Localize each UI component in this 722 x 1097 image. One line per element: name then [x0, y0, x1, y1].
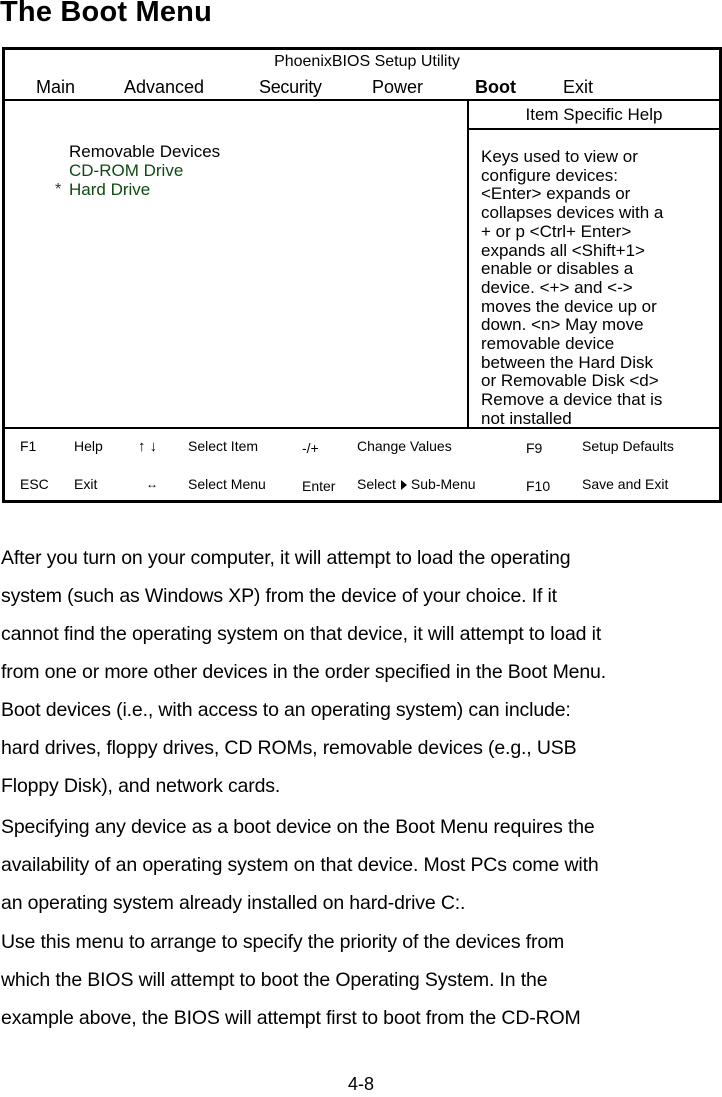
paragraph-line: an operating system already installed on…: [1, 892, 466, 914]
help-line: Keys used to view or: [481, 147, 638, 166]
key-f9-action: Setup Defaults: [582, 438, 674, 454]
key-minus-plus-action: Change Values: [357, 438, 452, 454]
key-arrows-action: Select Item: [188, 438, 259, 454]
help-header-divider: [469, 128, 719, 130]
menu-tab-security[interactable]: Security: [259, 77, 322, 98]
boot-device-label: Hard Drive: [69, 180, 151, 199]
help-line: + or p <Ctrl+ Enter>: [481, 221, 632, 241]
paragraph-line: Boot devices (i.e., with access to an op…: [1, 699, 571, 721]
help-line: removable device: [481, 334, 615, 354]
key-f1: F1: [20, 438, 37, 454]
help-line: expands all <Shift+1>: [481, 240, 645, 260]
submenu-triangle-icon: [400, 480, 407, 490]
paragraph-line: After you turn on your computer, it will…: [1, 547, 571, 569]
help-line: collapses devices with a: [481, 203, 664, 223]
menu-tab-exit[interactable]: Exit: [563, 77, 593, 98]
key-esc-action: Exit: [74, 476, 98, 492]
page-heading: The Boot Menu: [0, 0, 213, 28]
key-enter-action-pre: Select: [357, 476, 396, 492]
help-line: configure devices:: [481, 165, 619, 185]
key-esc: ESC: [20, 476, 49, 492]
page-number: 4-8: [347, 1074, 374, 1094]
left-right-arrow-icon: ↔: [146, 477, 158, 491]
menu-tab-advanced[interactable]: Advanced: [124, 77, 204, 98]
key-f10-action: Save and Exit: [582, 476, 669, 492]
key-minus-plus: -/+: [302, 440, 319, 456]
bios-menu-bar: Main Advanced Security Power Boot Exit: [5, 77, 719, 99]
help-line: device. <+> and <->: [481, 277, 633, 297]
paragraph-line: Use this menu to arrange to specify the …: [1, 931, 565, 953]
bios-title: PhoenixBIOS Setup Utility: [274, 53, 460, 70]
help-panel-header: Item Specific Help: [525, 105, 663, 124]
boot-device-cdrom[interactable]: CD-ROM Drive: [53, 161, 220, 180]
boot-group-removable-devices[interactable]: Removable Devices: [53, 142, 220, 161]
help-line: <Enter> expands or: [481, 184, 631, 204]
up-down-arrows-icon: ↑ ↓: [138, 438, 158, 455]
help-line: between the Hard Disk: [481, 352, 653, 372]
paragraph-boot-priority: Use this menu to arrange to specify the …: [1, 923, 722, 1037]
paragraph-line: which the BIOS will attempt to boot the …: [1, 969, 548, 991]
paragraph-boot-intro: After you turn on your computer, it will…: [1, 539, 722, 805]
bios-key-legend: F1 Help ↑ ↓ Select Item -/+ Change Value…: [5, 429, 719, 500]
menu-tab-main[interactable]: Main: [36, 77, 75, 98]
help-line: enable or disables a: [481, 259, 634, 279]
paragraph-line: example above, the BIOS will attempt fir…: [1, 1007, 581, 1029]
key-f1-action: Help: [74, 438, 103, 454]
key-enter: Enter: [302, 478, 336, 494]
paragraph-boot-requirements: Specifying any device as a boot device o…: [1, 808, 722, 922]
key-left-right-action: Select Menu: [188, 476, 266, 492]
bios-setup-screen: PhoenixBIOS Setup Utility Main Advanced …: [2, 47, 722, 503]
paragraph-line: system (such as Windows XP) from the dev…: [1, 585, 557, 607]
key-f9: F9: [526, 440, 543, 456]
paragraph-line: Floppy Disk), and network cards.: [1, 775, 281, 797]
key-enter-action: Select Sub-Menu: [357, 476, 476, 492]
asterisk-icon: *: [55, 181, 62, 198]
help-line: not installed: [481, 408, 572, 428]
paragraph-line: from one or more other devices in the or…: [1, 661, 607, 683]
menu-tab-power[interactable]: Power: [372, 77, 423, 98]
menu-tab-boot[interactable]: Boot: [475, 77, 516, 98]
help-line: or Removable Disk <d>: [481, 371, 659, 391]
key-f10: F10: [526, 478, 551, 494]
paragraph-line: cannot find the operating system on that…: [1, 623, 602, 645]
paragraph-line: hard drives, floppy drives, CD ROMs, rem…: [1, 737, 577, 759]
help-line: moves the device up or: [481, 296, 657, 316]
boot-device-label: CD-ROM Drive: [69, 161, 184, 180]
help-line: Remove a device that is: [481, 390, 663, 410]
key-enter-action-post: Sub-Menu: [410, 476, 476, 492]
boot-device-hard-drive[interactable]: * Hard Drive: [53, 180, 220, 199]
boot-group-label: Removable Devices: [69, 142, 221, 161]
paragraph-line: Specifying any device as a boot device o…: [1, 816, 595, 838]
menu-bar-divider: [5, 99, 719, 101]
help-panel-text: Keys used to view or configure devices: …: [481, 147, 717, 429]
paragraph-line: availability of an operating system on t…: [1, 854, 599, 876]
panel-divider: [467, 99, 469, 427]
boot-device-list: Removable Devices CD-ROM Drive * Hard Dr…: [53, 142, 220, 199]
help-line: down. <n> May move: [481, 315, 644, 335]
